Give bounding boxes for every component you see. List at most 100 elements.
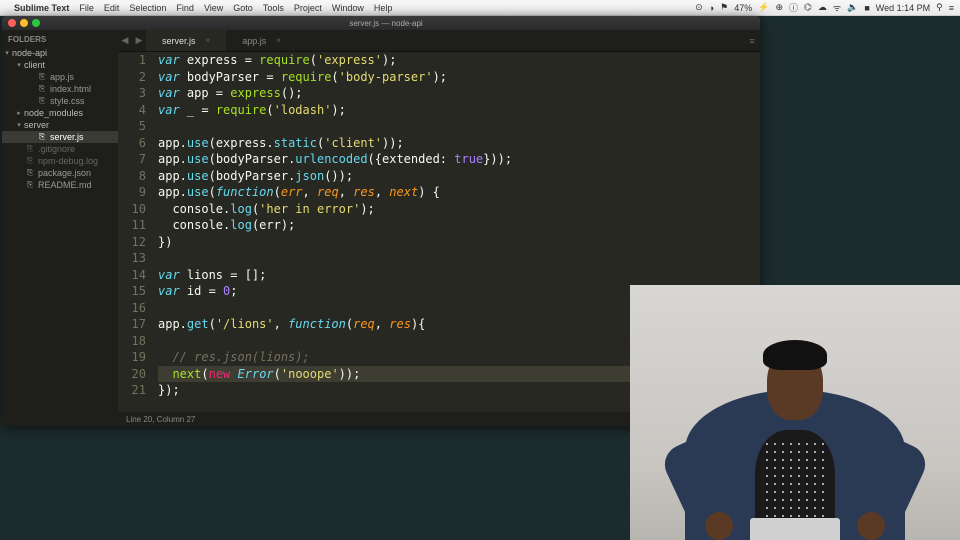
code-line[interactable]: app.use(function(err, req, res, next) { xyxy=(158,184,760,201)
sidebar-item-label: node-api xyxy=(12,48,47,58)
tab-bar: ◀ ▶ server.js × app.js × ≡ xyxy=(118,30,760,52)
status-icon[interactable]: ◑ xyxy=(709,3,714,13)
code-line[interactable] xyxy=(158,118,760,135)
status-icon[interactable]: ⓘ xyxy=(789,1,798,14)
menubar-clock[interactable]: Wed 1:14 PM xyxy=(876,3,930,13)
status-icon[interactable]: ⊙ xyxy=(695,2,703,13)
line-number: 20 xyxy=(118,366,146,383)
disclosure-arrow-icon[interactable]: ▾ xyxy=(14,121,24,129)
disclosure-arrow-icon[interactable]: ▾ xyxy=(2,49,12,57)
code-line[interactable]: var lions = []; xyxy=(158,267,760,284)
line-number: 2 xyxy=(118,69,146,86)
spotlight-icon[interactable]: ⚲ xyxy=(936,2,943,13)
macos-menubar: Sublime Text File Edit Selection Find Vi… xyxy=(0,0,960,16)
menu-tools[interactable]: Tools xyxy=(263,3,284,13)
code-line[interactable]: app.use(bodyParser.urlencoded({extended:… xyxy=(158,151,760,168)
line-number: 7 xyxy=(118,151,146,168)
tab-app-js[interactable]: app.js × xyxy=(226,30,297,51)
file-icon: ⎘ xyxy=(36,84,48,94)
sidebar-item-label: server.js xyxy=(50,132,84,142)
tab-label: app.js xyxy=(242,36,266,46)
tab-history-forward-icon[interactable]: ▶ xyxy=(132,30,146,51)
sidebar-item--gitignore[interactable]: ⎘.gitignore xyxy=(2,143,118,155)
menu-file[interactable]: File xyxy=(79,3,94,13)
sidebar-item-label: server xyxy=(24,120,49,130)
status-icon[interactable]: ☁ xyxy=(818,2,827,13)
code-line[interactable]: var express = require('express'); xyxy=(158,52,760,69)
sidebar-item-label: README.md xyxy=(38,180,92,190)
sidebar-item-npm-debug-log[interactable]: ⎘npm-debug.log xyxy=(2,155,118,167)
sidebar-item-label: node_modules xyxy=(24,108,83,118)
line-number: 18 xyxy=(118,333,146,350)
menu-window[interactable]: Window xyxy=(332,3,364,13)
wifi-icon[interactable]: ᯤ xyxy=(833,1,841,14)
disclosure-arrow-icon[interactable]: ▸ xyxy=(14,109,24,117)
file-icon: ⎘ xyxy=(36,132,48,142)
notification-center-icon[interactable]: ≡ xyxy=(949,3,954,13)
close-button[interactable] xyxy=(8,19,16,27)
code-line[interactable]: app.use(express.static('client')); xyxy=(158,135,760,152)
file-icon: ⎘ xyxy=(24,180,36,190)
sidebar-item-index-html[interactable]: ⎘index.html xyxy=(2,83,118,95)
volume-icon[interactable]: 🔈 xyxy=(847,2,858,13)
menubar-app-name[interactable]: Sublime Text xyxy=(14,3,69,13)
line-number: 6 xyxy=(118,135,146,152)
menu-find[interactable]: Find xyxy=(176,3,194,13)
tab-close-icon[interactable]: × xyxy=(276,36,281,45)
sidebar-item-client[interactable]: ▾client xyxy=(2,59,118,71)
sidebar-item-label: npm-debug.log xyxy=(38,156,98,166)
status-icon[interactable]: ⚡ xyxy=(758,2,769,13)
window-title: server.js — node-api xyxy=(48,19,724,28)
code-line[interactable]: app.use(bodyParser.json()); xyxy=(158,168,760,185)
sidebar-header: FOLDERS xyxy=(2,32,118,47)
status-icon[interactable]: ⚑ xyxy=(720,2,728,13)
tab-label: server.js xyxy=(162,36,196,46)
presenter-figure xyxy=(675,300,915,540)
menu-selection[interactable]: Selection xyxy=(129,3,166,13)
sidebar-item-readme-md[interactable]: ⎘README.md xyxy=(2,179,118,191)
code-line[interactable] xyxy=(158,250,760,267)
sidebar-item-server-js[interactable]: ⎘server.js xyxy=(2,131,118,143)
tab-history-back-icon[interactable]: ◀ xyxy=(118,30,132,51)
code-line[interactable]: console.log(err); xyxy=(158,217,760,234)
sidebar-item-node-modules[interactable]: ▸node_modules xyxy=(2,107,118,119)
file-icon: ⎘ xyxy=(24,156,36,166)
line-number: 19 xyxy=(118,349,146,366)
sidebar-item-app-js[interactable]: ⎘app.js xyxy=(2,71,118,83)
file-icon: ⎘ xyxy=(24,144,36,154)
tab-overflow-icon[interactable]: ≡ xyxy=(744,30,760,51)
code-line[interactable]: console.log('her in error'); xyxy=(158,201,760,218)
tab-close-icon[interactable]: × xyxy=(206,36,211,45)
menu-project[interactable]: Project xyxy=(294,3,322,13)
menu-goto[interactable]: Goto xyxy=(233,3,253,13)
maximize-button[interactable] xyxy=(32,19,40,27)
battery-percent[interactable]: 47% xyxy=(734,3,752,13)
line-number: 15 xyxy=(118,283,146,300)
code-line[interactable]: var bodyParser = require('body-parser'); xyxy=(158,69,760,86)
sidebar-item-label: .gitignore xyxy=(38,144,75,154)
battery-icon[interactable]: ■ xyxy=(864,3,869,13)
sidebar-item-package-json[interactable]: ⎘package.json xyxy=(2,167,118,179)
file-icon: ⎘ xyxy=(36,72,48,82)
code-line[interactable]: var app = express(); xyxy=(158,85,760,102)
sidebar-item-style-css[interactable]: ⎘style.css xyxy=(2,95,118,107)
line-number: 8 xyxy=(118,168,146,185)
line-number: 13 xyxy=(118,250,146,267)
line-number: 3 xyxy=(118,85,146,102)
sidebar-item-label: package.json xyxy=(38,168,91,178)
minimize-button[interactable] xyxy=(20,19,28,27)
tab-server-js[interactable]: server.js × xyxy=(146,30,226,51)
code-line[interactable]: var _ = require('lodash'); xyxy=(158,102,760,119)
status-icon[interactable]: ⌬ xyxy=(804,2,812,13)
folder-sidebar: FOLDERS ▾node-api▾client⎘app.js⎘index.ht… xyxy=(2,30,118,426)
menu-help[interactable]: Help xyxy=(374,3,393,13)
menu-edit[interactable]: Edit xyxy=(104,3,120,13)
sidebar-item-node-api[interactable]: ▾node-api xyxy=(2,47,118,59)
line-number: 21 xyxy=(118,382,146,399)
status-icon[interactable]: ⊕ xyxy=(775,2,783,13)
window-titlebar[interactable]: server.js — node-api xyxy=(2,16,760,30)
disclosure-arrow-icon[interactable]: ▾ xyxy=(14,61,24,69)
code-line[interactable]: }) xyxy=(158,234,760,251)
sidebar-item-server[interactable]: ▾server xyxy=(2,119,118,131)
menu-view[interactable]: View xyxy=(204,3,223,13)
